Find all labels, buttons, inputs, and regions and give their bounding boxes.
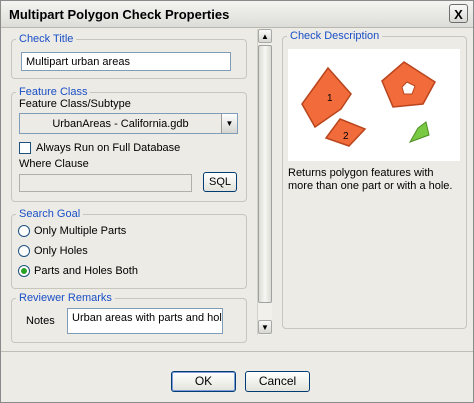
cancel-button[interactable]: Cancel	[245, 371, 310, 392]
search-goal-group: Search Goal Only Multiple Parts Only Hol…	[11, 208, 247, 289]
feature-class-dropdown[interactable]: UrbanAreas - California.gdb ▼	[19, 113, 238, 134]
notes-label: Notes	[26, 315, 55, 327]
notes-input[interactable]: Urban areas with parts and holes	[67, 308, 223, 334]
radio-parts-and-holes-label: Parts and Holes Both	[34, 265, 138, 277]
polygon-label-1: 1	[327, 93, 333, 104]
dialog-window: Multipart Polygon Check Properties X Che…	[0, 0, 474, 403]
ok-button[interactable]: OK	[171, 371, 236, 392]
close-button[interactable]: X	[449, 4, 468, 23]
where-clause-label: Where Clause	[19, 158, 89, 170]
radio-only-holes-label: Only Holes	[34, 245, 88, 257]
single-polygon	[408, 121, 430, 143]
feature-class-group: Feature Class Feature Class/Subtype Urba…	[11, 86, 247, 202]
radio-only-multiple-parts[interactable]	[18, 225, 30, 237]
sql-button[interactable]: SQL	[203, 172, 237, 192]
check-description-text: Returns polygon features with more than …	[288, 167, 453, 192]
radio-only-multiple-parts-label: Only Multiple Parts	[34, 225, 127, 237]
check-title-legend: Check Title	[16, 33, 77, 46]
where-clause-input[interactable]	[19, 174, 192, 192]
title-bar[interactable]: Multipart Polygon Check Properties X	[1, 1, 473, 28]
always-run-checkbox[interactable]	[19, 142, 31, 154]
reviewer-remarks-group: Reviewer Remarks Notes Urban areas with …	[11, 292, 247, 343]
polygon-label-2: 2	[343, 131, 349, 142]
chevron-down-icon[interactable]: ▼	[221, 114, 237, 133]
vertical-scrollbar[interactable]: ▲ ▼	[257, 29, 272, 335]
check-description-legend: Check Description	[287, 30, 383, 43]
reviewer-remarks-legend: Reviewer Remarks	[16, 292, 115, 305]
always-run-label: Always Run on Full Database	[36, 142, 181, 154]
polygon-diagram: 1 2	[288, 49, 460, 161]
check-description-group: Check Description 1 2 Returns polygon fe…	[282, 30, 467, 329]
check-title-group: Check Title Multipart urban areas	[11, 33, 247, 79]
window-title: Multipart Polygon Check Properties	[9, 7, 230, 22]
scroll-up-button[interactable]: ▲	[258, 29, 272, 43]
scroll-thumb[interactable]	[258, 45, 272, 303]
radio-only-holes[interactable]	[18, 245, 30, 257]
feature-class-subtype-label: Feature Class/Subtype	[19, 98, 131, 110]
radio-parts-and-holes[interactable]	[18, 265, 30, 277]
search-goal-legend: Search Goal	[16, 208, 84, 221]
check-title-input[interactable]: Multipart urban areas	[21, 52, 231, 71]
scroll-down-button[interactable]: ▼	[258, 320, 272, 334]
feature-class-dropdown-value: UrbanAreas - California.gdb	[52, 118, 189, 130]
button-divider	[1, 351, 473, 352]
